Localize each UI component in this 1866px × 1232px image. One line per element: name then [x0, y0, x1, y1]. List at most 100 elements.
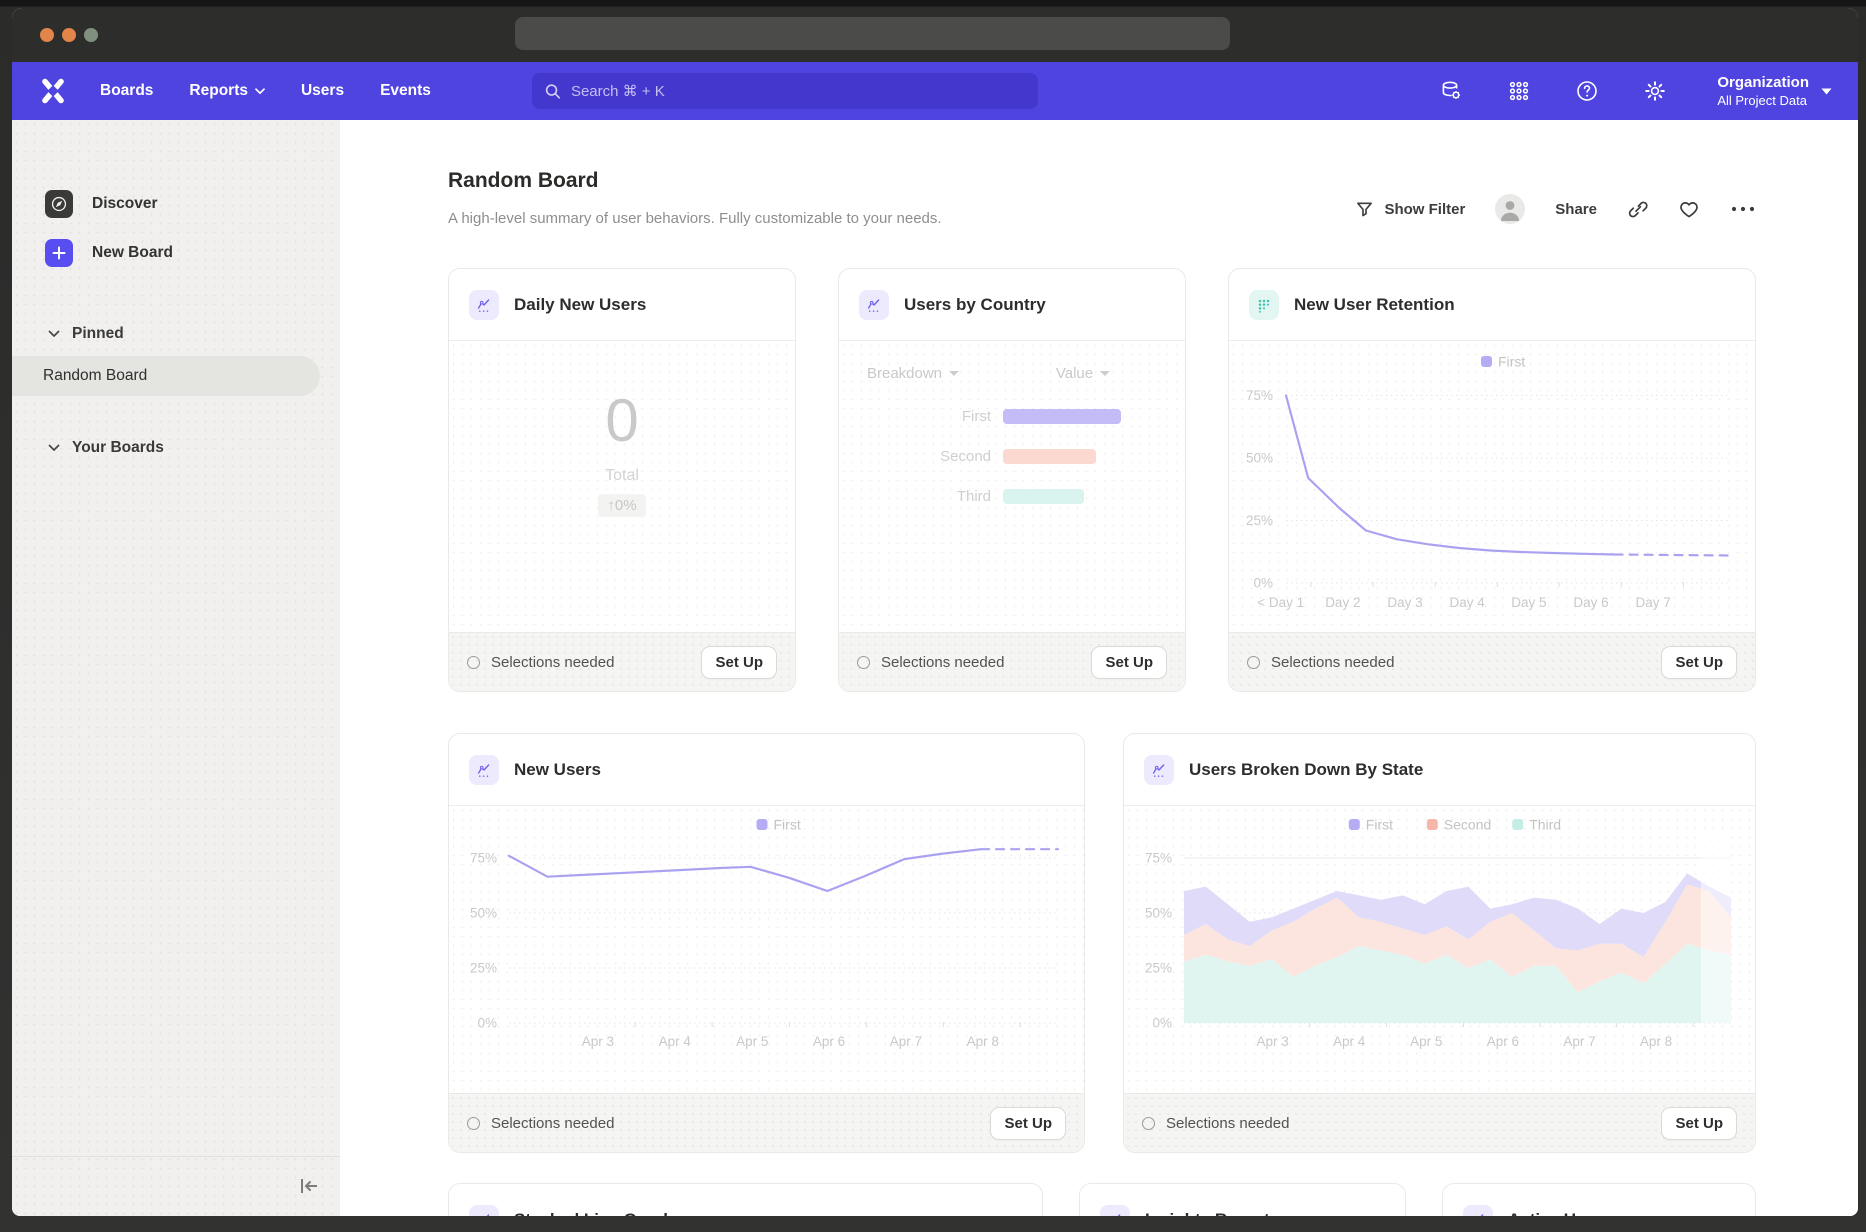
- set-up-button[interactable]: Set Up: [990, 1107, 1066, 1140]
- share-button[interactable]: Share: [1555, 201, 1597, 218]
- settings-gear-icon[interactable]: [1643, 79, 1667, 103]
- status-circle-icon: [467, 656, 480, 669]
- svg-text:75%: 75%: [1145, 851, 1172, 866]
- svg-text:Day 4: Day 4: [1450, 595, 1486, 610]
- svg-text:Apr 5: Apr 5: [1410, 1034, 1442, 1049]
- set-up-button[interactable]: Set Up: [1091, 646, 1167, 679]
- sidebar-item-random-board[interactable]: Random Board: [12, 356, 320, 396]
- help-icon[interactable]: [1575, 79, 1599, 103]
- svg-text:Apr 7: Apr 7: [1563, 1034, 1595, 1049]
- svg-text:Day 6: Day 6: [1573, 595, 1608, 610]
- svg-text:Apr 6: Apr 6: [813, 1034, 845, 1049]
- metric-delta-badge: ↑0%: [598, 494, 645, 517]
- sidebar-item-new-board[interactable]: New Board: [12, 233, 340, 273]
- org-name: Organization: [1717, 73, 1809, 92]
- status-selections-needed: Selections needed: [1142, 1115, 1289, 1132]
- card-title: Insights Report: [1145, 1210, 1270, 1216]
- more-options-icon[interactable]: [1730, 204, 1756, 214]
- card-stacked-line-graph: Stacked Line Graph: [448, 1183, 1043, 1216]
- svg-text:Apr 4: Apr 4: [1333, 1034, 1366, 1049]
- sidebar-section-pinned[interactable]: Pinned: [12, 317, 340, 351]
- org-project-switcher[interactable]: Organization All Project Data: [1717, 73, 1832, 109]
- svg-text:0%: 0%: [477, 1016, 497, 1031]
- set-up-button[interactable]: Set Up: [1661, 646, 1737, 679]
- placeholder-bar-row: Third: [839, 486, 1084, 506]
- board-title-block: Random Board A high-level summary of use…: [448, 166, 942, 230]
- card-title: Active Users: [1508, 1210, 1611, 1216]
- nav-menu: Boards Reports Users Events: [100, 82, 431, 100]
- status-circle-icon: [1142, 1117, 1155, 1130]
- data-management-icon[interactable]: [1439, 79, 1463, 103]
- desktop-background: Boards Reports Users Events: [0, 0, 1866, 1232]
- insights-chart-icon: [469, 1205, 499, 1216]
- svg-text:50%: 50%: [1246, 451, 1273, 466]
- nav-item-users[interactable]: Users: [301, 82, 344, 100]
- svg-text:Apr 8: Apr 8: [1640, 1034, 1672, 1049]
- board-content: Random Board A high-level summary of use…: [340, 120, 1858, 1216]
- sidebar-section-your-boards[interactable]: Your Boards: [12, 431, 340, 465]
- org-project: All Project Data: [1717, 92, 1809, 109]
- status-circle-icon: [467, 1117, 480, 1130]
- plus-icon: [45, 239, 73, 267]
- breakdown-select[interactable]: Value: [1056, 365, 1110, 382]
- window-close-button[interactable]: [40, 28, 54, 42]
- collapse-sidebar-icon[interactable]: [296, 1175, 322, 1197]
- svg-text:Apr 3: Apr 3: [1256, 1034, 1288, 1049]
- card-users-by-country: Users by Country BreakdownValueFirstSeco…: [838, 268, 1186, 692]
- metric-value: 0: [605, 389, 638, 453]
- set-up-button[interactable]: Set Up: [701, 646, 777, 679]
- nav-item-boards[interactable]: Boards: [100, 82, 153, 100]
- url-bar[interactable]: [515, 17, 1230, 50]
- board-actions: Show Filter Share: [1355, 192, 1756, 226]
- filter-icon: [1355, 200, 1374, 218]
- svg-text:Day 2: Day 2: [1325, 595, 1360, 610]
- sidebar-footer: [12, 1156, 340, 1216]
- svg-text:< Day 1: < Day 1: [1257, 595, 1304, 610]
- nav-item-reports[interactable]: Reports: [189, 82, 265, 100]
- apps-grid-icon[interactable]: [1507, 79, 1531, 103]
- window-zoom-button[interactable]: [84, 28, 98, 42]
- card-new-users: New Users 75%50%25%0%Apr 3Apr 4Apr 5Apr …: [448, 733, 1085, 1153]
- nav-item-events[interactable]: Events: [380, 82, 431, 100]
- svg-text:Third: Third: [1529, 817, 1561, 833]
- card-title: Users by Country: [904, 295, 1046, 315]
- sidebar-item-discover[interactable]: Discover: [12, 184, 340, 224]
- page-title: Random Board: [448, 166, 942, 196]
- breakdown-select[interactable]: Breakdown: [867, 365, 959, 382]
- svg-text:Second: Second: [1444, 817, 1491, 833]
- favorite-heart-icon[interactable]: [1678, 199, 1700, 219]
- bar: [1003, 489, 1084, 504]
- card-title: Daily New Users: [514, 295, 646, 315]
- search-input[interactable]: [571, 83, 1026, 100]
- card-insights-report: Insights Report: [1079, 1183, 1406, 1216]
- insights-chart-icon: [469, 755, 499, 785]
- svg-text:75%: 75%: [1246, 388, 1273, 403]
- metric-label: Total: [605, 467, 639, 485]
- show-filter-button[interactable]: Show Filter: [1355, 200, 1465, 218]
- card-title: Stacked Line Graph: [514, 1210, 674, 1216]
- set-up-button[interactable]: Set Up: [1661, 1107, 1737, 1140]
- global-search[interactable]: [532, 73, 1038, 109]
- svg-text:0%: 0%: [1152, 1016, 1172, 1031]
- insights-chart-icon: [469, 290, 499, 320]
- board-description: A high-level summary of user behaviors. …: [448, 208, 942, 230]
- svg-text:Apr 3: Apr 3: [582, 1034, 614, 1049]
- mixpanel-logo[interactable]: [40, 78, 66, 104]
- placeholder-bar-row: First: [839, 406, 1121, 426]
- nav-utilities: Organization All Project Data: [1439, 62, 1832, 120]
- retention-line-chart: 75%50%25%0%< Day 1Day 2Day 3Day 4Day 5Da…: [1229, 341, 1756, 634]
- status-circle-icon: [1247, 656, 1260, 669]
- svg-text:Apr 6: Apr 6: [1487, 1034, 1519, 1049]
- caret-down-icon: [1100, 371, 1110, 376]
- copy-link-icon[interactable]: [1627, 199, 1648, 220]
- window-minimize-button[interactable]: [62, 28, 76, 42]
- insights-chart-icon: [1463, 1205, 1493, 1216]
- bar: [1003, 449, 1096, 464]
- avatar[interactable]: [1495, 194, 1525, 224]
- svg-text:Day 7: Day 7: [1636, 595, 1671, 610]
- card-title: New User Retention: [1294, 295, 1455, 315]
- card-body-placeholder-bars: BreakdownValueFirstSecondThird: [839, 341, 1185, 632]
- compass-icon: [45, 190, 73, 218]
- bar-label: First: [839, 408, 991, 425]
- card-body: 0 Total ↑0%: [449, 341, 795, 632]
